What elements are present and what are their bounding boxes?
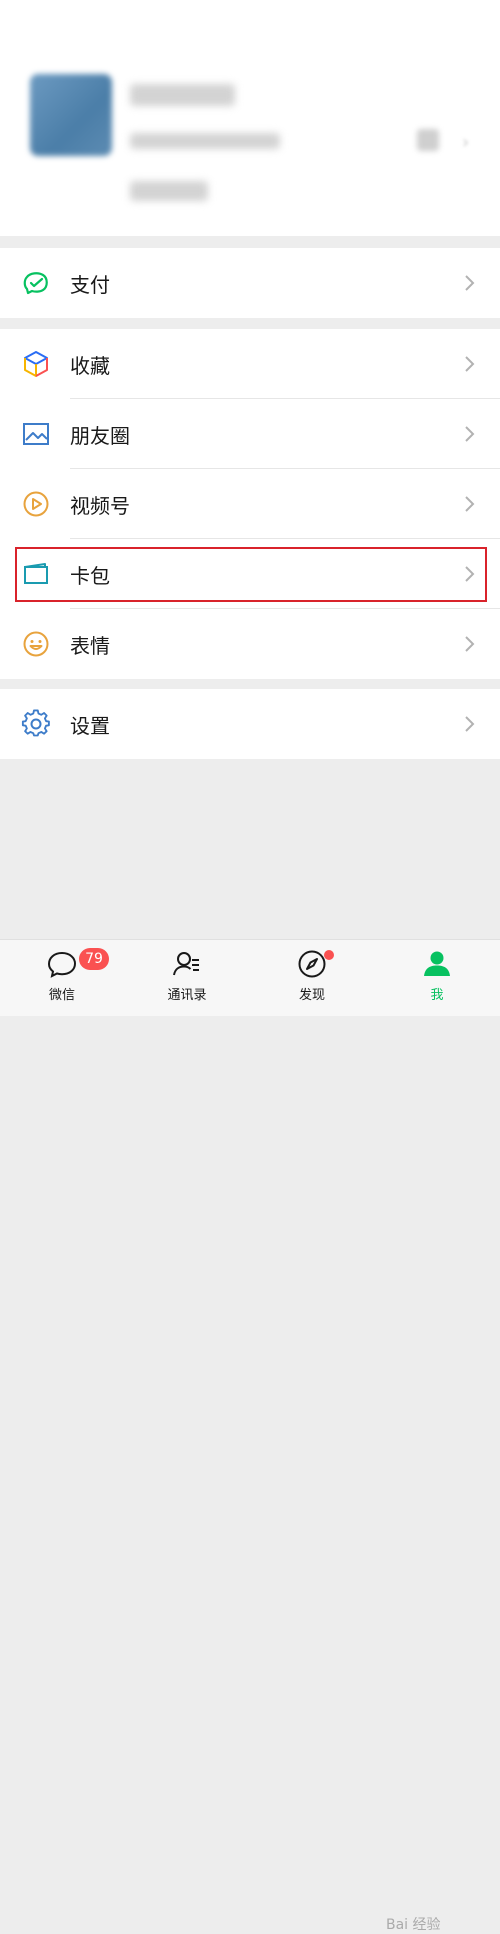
menu-label-channels: 视频号	[70, 493, 130, 518]
section-pay: 支付	[0, 248, 500, 318]
avatar[interactable]	[30, 74, 112, 156]
menu-label-pay: 支付	[70, 272, 110, 297]
contacts-icon	[173, 952, 199, 976]
tab-me[interactable]: 我	[382, 940, 492, 1016]
chevron-right-icon	[465, 275, 475, 291]
tab-label-me: 我	[430, 988, 444, 1003]
chevron-right-icon: ›	[462, 132, 470, 153]
menu-label-moments: 朋友圈	[70, 423, 130, 448]
menu-item-channels[interactable]: 视频号	[0, 469, 500, 539]
tab-label-contacts: 通讯录	[167, 988, 207, 1003]
pay-icon	[20, 267, 52, 299]
sticker-smiley-icon	[20, 628, 52, 660]
chevron-right-icon	[465, 356, 475, 372]
chat-bubble-icon	[47, 951, 77, 978]
unread-badge: 79	[79, 948, 109, 970]
menu-item-favorites[interactable]: 收藏	[0, 329, 500, 399]
tab-label-discover: 发现	[298, 988, 325, 1003]
person-icon	[424, 951, 450, 976]
gear-icon	[20, 708, 52, 740]
section-main: 收藏 朋友圈 视频号 卡包 表情	[0, 329, 500, 679]
qr-code-icon[interactable]	[417, 129, 439, 151]
tab-label-chats: 微信	[48, 988, 75, 1003]
tab-chats[interactable]: 微信 79	[7, 940, 117, 1016]
menu-item-stickers[interactable]: 表情	[0, 609, 500, 679]
menu-label-stickers: 表情	[70, 633, 110, 658]
new-dot-badge	[324, 950, 334, 960]
card-wallet-icon	[20, 558, 52, 590]
menu-item-cards[interactable]: 卡包	[0, 539, 500, 609]
profile-name-blurred	[130, 84, 235, 106]
chevron-right-icon	[465, 566, 475, 582]
menu-label-settings: 设置	[70, 713, 110, 738]
menu-label-favorites: 收藏	[70, 353, 110, 378]
menu-item-pay[interactable]: 支付	[0, 248, 500, 318]
menu-item-moments[interactable]: 朋友圈	[0, 399, 500, 469]
menu-label-cards: 卡包	[70, 563, 110, 588]
favorites-cube-icon	[20, 348, 52, 380]
chevron-right-icon	[465, 716, 475, 732]
moments-image-icon	[20, 418, 52, 450]
tab-contacts[interactable]: 通讯录	[132, 940, 242, 1016]
profile-header[interactable]: ›	[0, 0, 500, 236]
status-button-blurred[interactable]	[130, 181, 208, 201]
tab-discover[interactable]: 发现	[257, 940, 367, 1016]
chevron-right-icon	[465, 496, 475, 512]
section-settings: 设置	[0, 689, 500, 759]
channels-play-icon	[20, 488, 52, 520]
chevron-right-icon	[465, 426, 475, 442]
menu-item-settings[interactable]: 设置	[0, 689, 500, 759]
chevron-right-icon	[465, 636, 475, 652]
watermark-text: Bai 经验	[386, 1917, 441, 1933]
profile-id-blurred	[130, 133, 280, 149]
bottom-tab-bar: 微信 79 通讯录 发现 我 Bai 经验	[0, 939, 500, 1933]
